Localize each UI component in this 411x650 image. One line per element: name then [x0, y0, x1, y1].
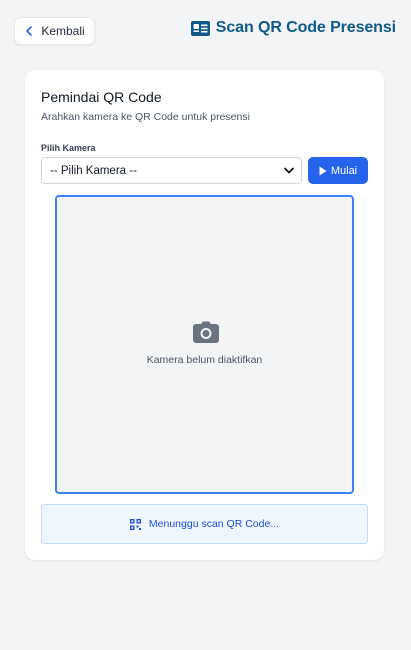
play-icon: [319, 166, 327, 176]
page: Kembali Scan QR Code Presensi Pemindai Q…: [0, 0, 411, 650]
camera-select[interactable]: -- Pilih Kamera --: [41, 157, 302, 184]
chevron-down-icon: [284, 166, 294, 176]
id-card-icon: [190, 20, 210, 36]
scanner-card: Pemindai QR Code Arahkan kamera ke QR Co…: [25, 70, 384, 560]
qr-code-icon: [129, 518, 141, 530]
start-button-label: Mulai: [330, 164, 358, 177]
back-button-label: Kembali: [41, 24, 85, 38]
camera-icon: [193, 321, 219, 343]
page-header: Scan QR Code Presensi: [190, 19, 396, 37]
camera-viewport: Kamera belum diaktifkan: [55, 195, 354, 494]
scanner-subtitle: Arahkan kamera ke QR Code untuk presensi: [41, 111, 250, 123]
page-title: Scan QR Code Presensi: [215, 19, 396, 36]
camera-select-value: -- Pilih Kamera --: [50, 164, 137, 177]
scanner-title: Pemindai QR Code: [41, 89, 162, 105]
back-button[interactable]: Kembali: [14, 17, 95, 45]
camera-select-label: Pilih Kamera: [41, 143, 96, 153]
scan-status: Menunggu scan QR Code...: [41, 504, 368, 544]
camera-inactive-message: Kamera belum diaktifkan: [146, 354, 263, 366]
start-button[interactable]: Mulai: [308, 157, 368, 184]
scan-status-text: Menunggu scan QR Code...: [148, 518, 280, 530]
chevron-left-icon: [24, 26, 34, 36]
